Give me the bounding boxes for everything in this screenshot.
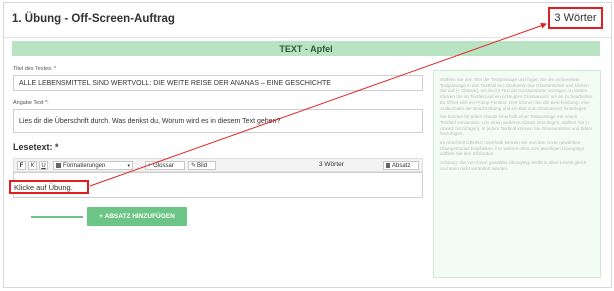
annotation-arrow-line	[89, 22, 547, 187]
annotation-arrow	[89, 22, 547, 187]
